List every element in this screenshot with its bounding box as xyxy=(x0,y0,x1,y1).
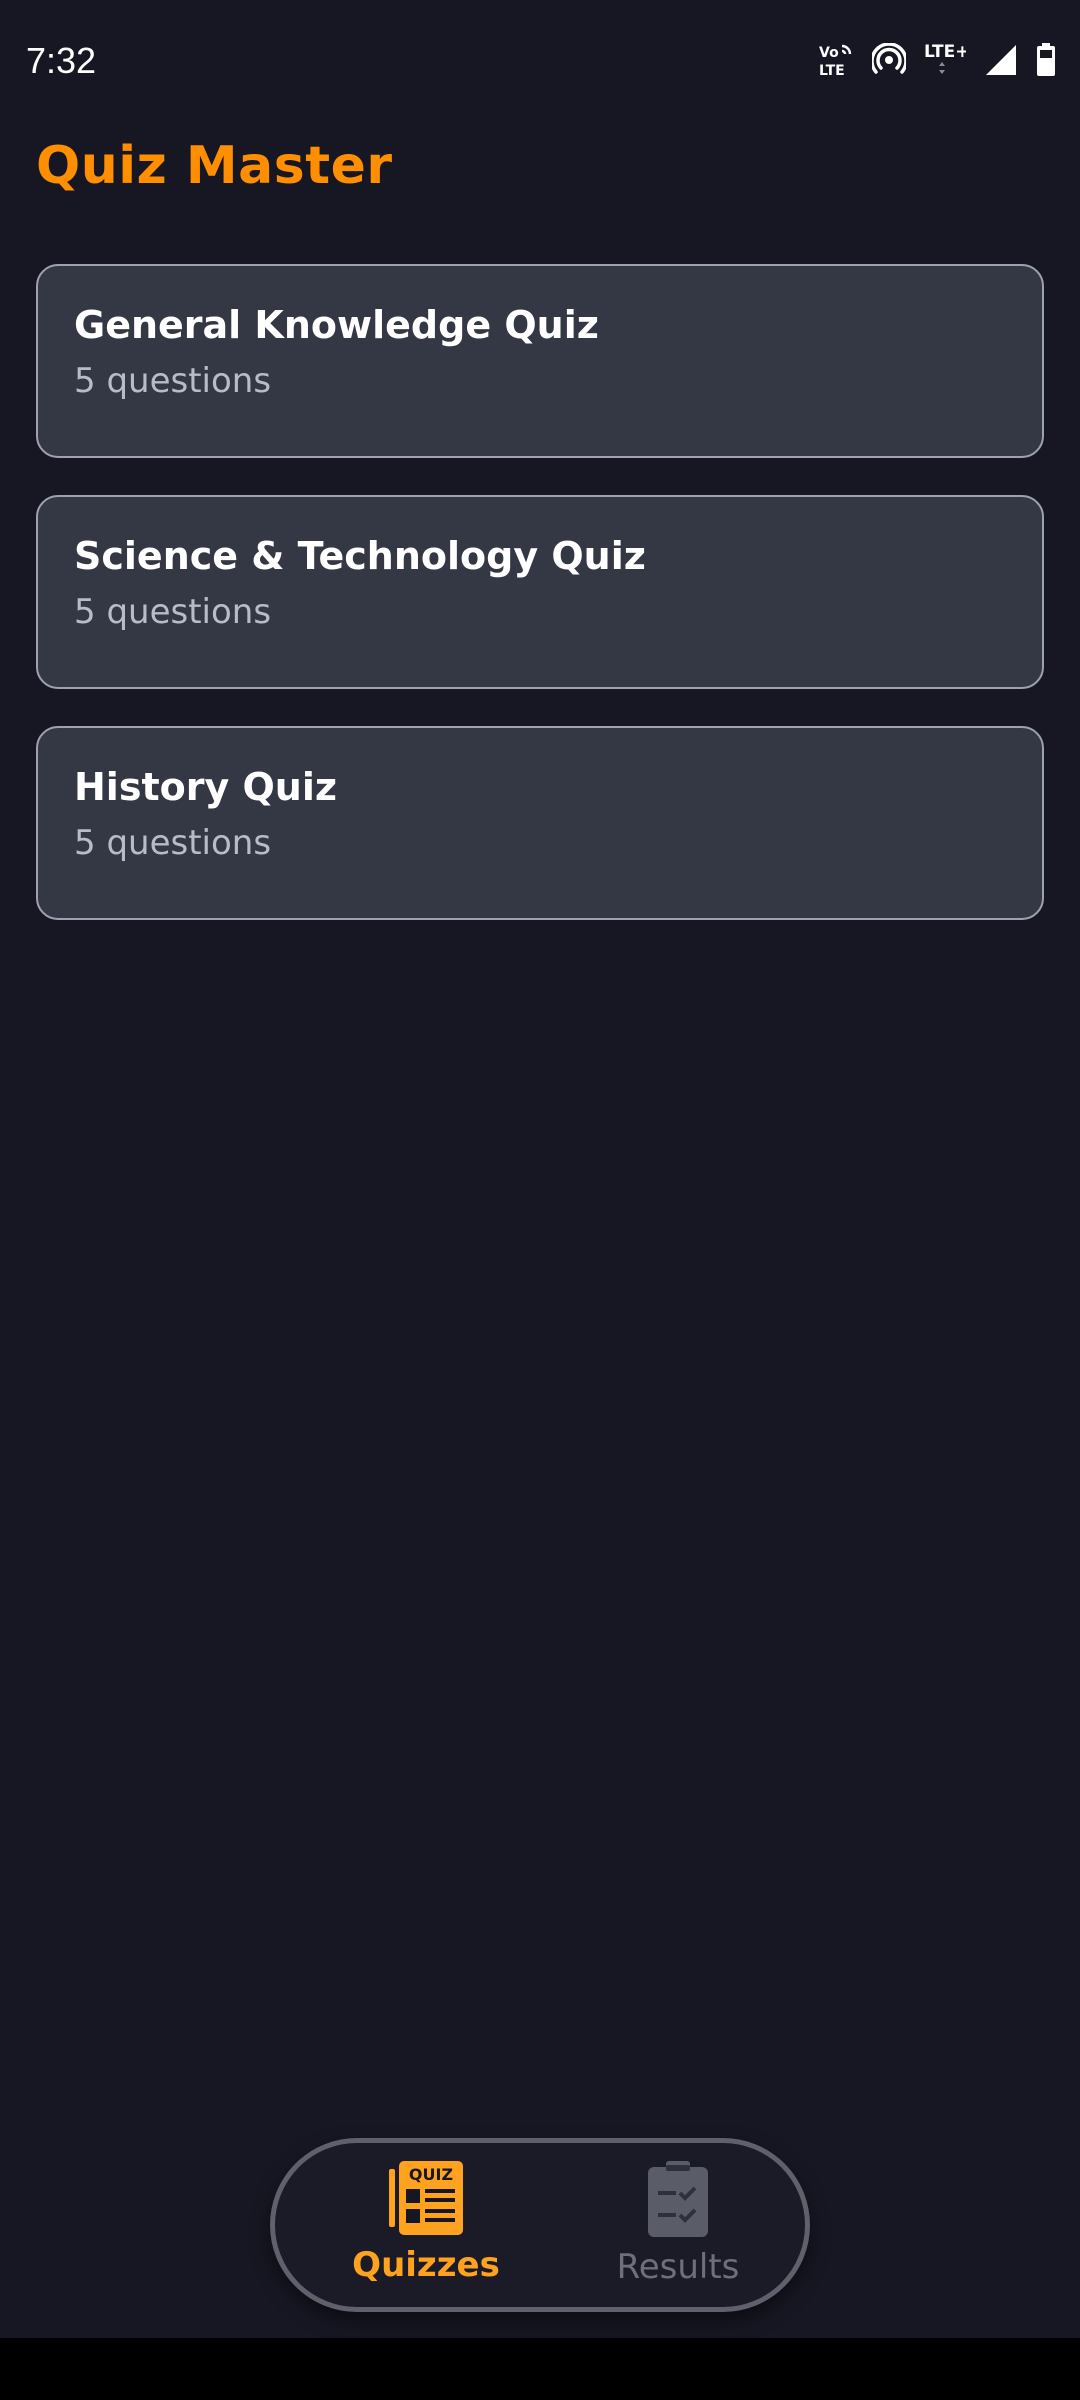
quiz-icon-text: QUIZ xyxy=(409,2165,453,2184)
quiz-title: General Knowledge Quiz xyxy=(74,303,599,347)
quiz-card-history[interactable]: History Quiz 5 questions xyxy=(36,726,1044,920)
volte-icon-text-top: Vo xyxy=(819,45,839,61)
quiz-question-count: 5 questions xyxy=(74,592,272,632)
quiz-icon: QUIZ xyxy=(389,2161,463,2239)
quiz-list: General Knowledge Quiz 5 questions Scien… xyxy=(36,264,1044,957)
clipboard-check-icon xyxy=(646,2161,710,2241)
status-bar: 7:32 Vo LTE LTE+ xyxy=(0,0,1080,126)
quiz-card-general-knowledge[interactable]: General Knowledge Quiz 5 questions xyxy=(36,264,1044,458)
status-icons: Vo LTE LTE+ xyxy=(818,40,1056,80)
quiz-question-count: 5 questions xyxy=(74,361,272,401)
page-title: Quiz Master xyxy=(36,136,393,196)
hotspot-icon xyxy=(872,43,906,77)
lte-plus-icon-text: LTE+ xyxy=(924,42,966,62)
lte-plus-icon: LTE+ xyxy=(924,40,966,80)
quiz-title: History Quiz xyxy=(74,765,337,809)
gesture-bar xyxy=(0,2338,1080,2400)
quiz-card-science-technology[interactable]: Science & Technology Quiz 5 questions xyxy=(36,495,1044,689)
status-time: 7:32 xyxy=(26,40,97,81)
nav-label-results: Results xyxy=(616,2247,740,2287)
nav-item-results[interactable]: Results xyxy=(593,2161,763,2287)
signal-icon xyxy=(984,43,1018,77)
nav-label-quizzes: Quizzes xyxy=(352,2245,500,2285)
quiz-question-count: 5 questions xyxy=(74,823,272,863)
volte-icon: Vo LTE xyxy=(818,42,854,78)
bottom-nav: QUIZ Quizzes Results xyxy=(270,2138,810,2312)
quiz-master-screen: 7:32 Vo LTE LTE+ Quiz Master General Kno… xyxy=(0,0,1080,2400)
volte-icon-text-bottom: LTE xyxy=(819,63,845,78)
battery-icon xyxy=(1036,43,1056,77)
quiz-title: Science & Technology Quiz xyxy=(74,534,646,578)
nav-item-quizzes[interactable]: QUIZ Quizzes xyxy=(341,2161,511,2285)
